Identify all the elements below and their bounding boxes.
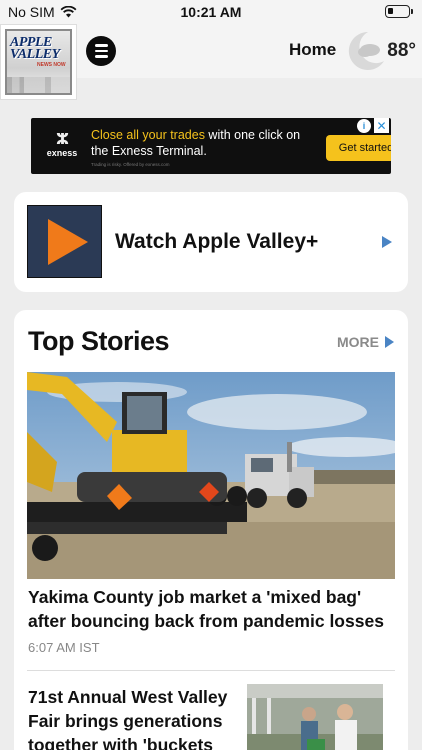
logo-badge: APPLE VALLEY NEWS NOW: [5, 29, 72, 95]
story-headline[interactable]: 71st Annual West Valley Fair brings gene…: [28, 685, 238, 750]
watch-thumbnail: [27, 205, 102, 278]
ad-banner[interactable]: ⵣ exness Close all your trades with one …: [31, 118, 391, 174]
exness-logo-icon: ⵣ: [56, 131, 69, 148]
watch-label: Watch Apple Valley+: [115, 230, 319, 253]
story-divider: [27, 670, 395, 671]
weather-widget[interactable]: 88°: [344, 28, 422, 74]
story-timestamp: 6:07 AM IST: [28, 640, 100, 655]
ad-cta-button[interactable]: Get started: [326, 135, 391, 161]
ad-info-icon[interactable]: i: [357, 119, 371, 133]
logo-subtitle: NEWS NOW: [37, 62, 66, 68]
ad-close-icon[interactable]: ✕: [374, 118, 389, 133]
more-link[interactable]: MORE: [337, 334, 394, 350]
logo-wordmark: APPLE VALLEY: [10, 35, 60, 62]
menu-button[interactable]: [86, 36, 116, 66]
battery-icon: [385, 5, 413, 18]
chevron-right-icon: [385, 336, 394, 348]
hamburger-icon-line: [94, 55, 108, 58]
story-image[interactable]: [27, 372, 395, 579]
temperature: 88°: [387, 40, 416, 61]
hamburger-icon-line: [94, 44, 108, 47]
site-logo[interactable]: APPLE VALLEY NEWS NOW: [0, 24, 77, 100]
play-icon: [47, 218, 88, 265]
fair-people-photo: [247, 684, 383, 750]
story-headline[interactable]: Yakima County job market a 'mixed bag' a…: [28, 585, 394, 633]
chevron-right-icon: [382, 236, 392, 248]
excavator-truck-photo: [27, 372, 395, 579]
app-header: APPLE VALLEY NEWS NOW Home 88°: [0, 24, 422, 100]
top-stories-section: Top Stories MORE Yakima County job marke…: [14, 310, 408, 750]
status-bar: No SIM 10:21 AM: [0, 0, 422, 24]
more-label: MORE: [337, 334, 379, 350]
ad-message-highlight: Close all your trades: [91, 128, 205, 142]
ad-brand: ⵣ exness: [39, 130, 85, 158]
logo-skyline: [7, 77, 70, 93]
story-thumbnail[interactable]: [247, 684, 383, 750]
home-link[interactable]: Home: [289, 40, 336, 60]
section-title: Top Stories: [28, 326, 170, 356]
hamburger-icon-line: [94, 49, 108, 53]
moon-cloud-icon: [348, 31, 384, 70]
clock: 10:21 AM: [180, 4, 242, 20]
ad-brand-name: exness: [46, 148, 78, 158]
ad-message: Close all your trades with one click on …: [91, 127, 311, 159]
ad-disclaimer: Trading is risky. Offered by exness.com: [91, 162, 170, 167]
watch-card[interactable]: Watch Apple Valley+: [14, 192, 408, 292]
